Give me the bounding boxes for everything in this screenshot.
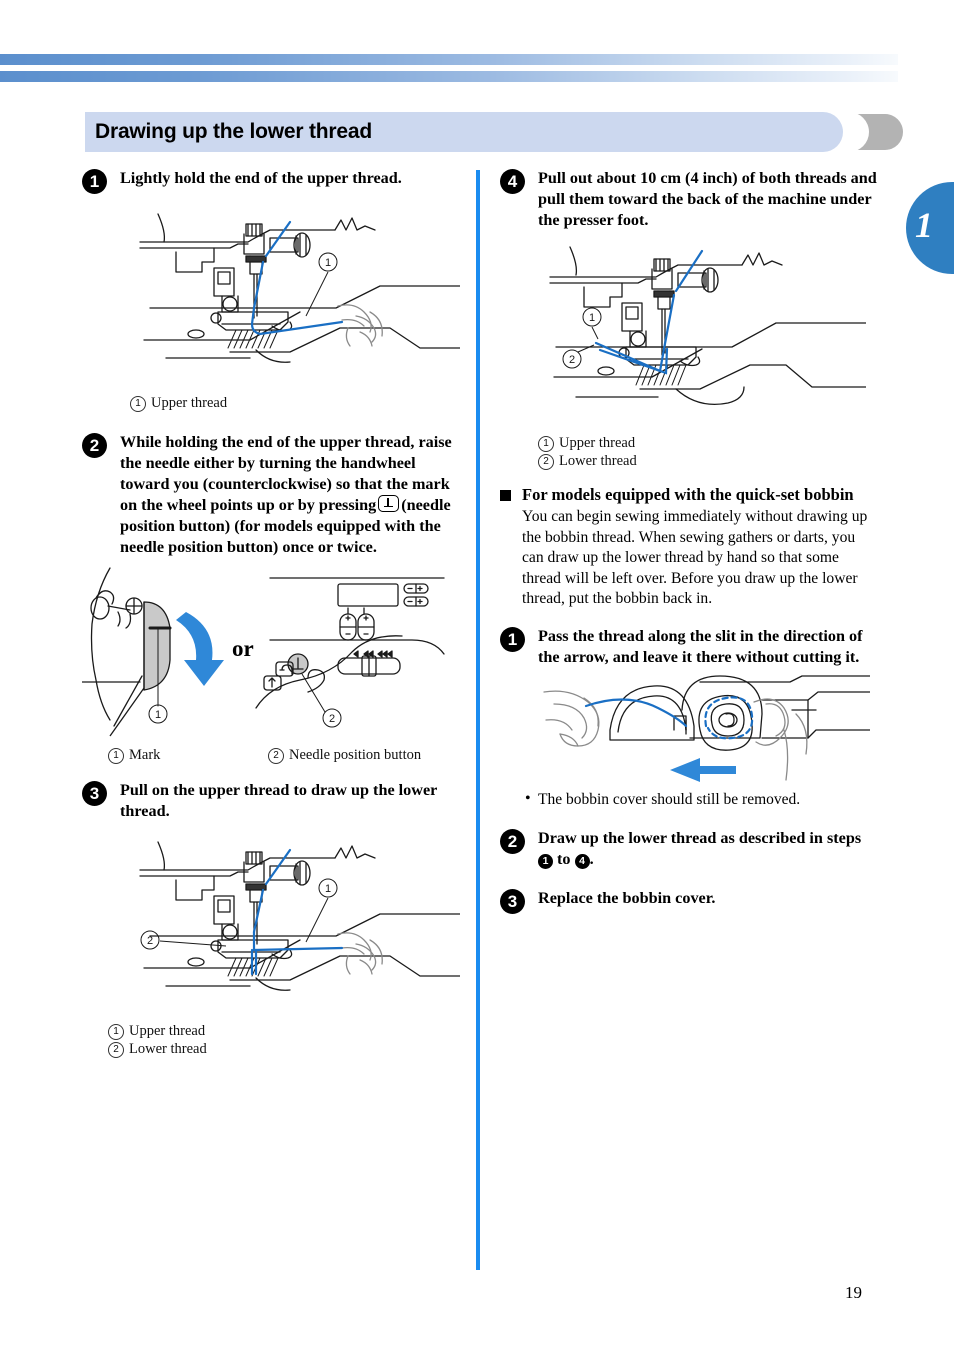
quickset-step-1: 1 Pass the thread along the slit in the … bbox=[500, 626, 878, 668]
quickset-step-2-text: Draw up the lower thread as described in… bbox=[538, 828, 878, 870]
svg-text:2: 2 bbox=[147, 935, 153, 947]
caption-item: 2 Needle position button bbox=[268, 746, 421, 764]
step-1-caption: 1 Upper thread bbox=[130, 394, 460, 412]
step-4-badge: 4 bbox=[500, 169, 525, 194]
quickset-step-3-text: Replace the bobbin cover. bbox=[538, 888, 716, 907]
caption-item: 2 Lower thread bbox=[538, 452, 878, 470]
caption-number: 1 bbox=[108, 748, 124, 764]
quickset-body: You can begin sewing immediately without… bbox=[522, 508, 868, 607]
top-decorative-bar-1 bbox=[0, 54, 898, 65]
quickset-step-3-badge: 3 bbox=[500, 888, 525, 914]
step-2-caption: 1 Mark 2 Needle position button bbox=[108, 746, 460, 764]
illustration-step-4: 1 2 bbox=[549, 246, 866, 406]
step-4: 4 Pull out about 10 cm (4 inch) of both … bbox=[500, 168, 878, 231]
quickset-step-2: 2 Draw up the lower thread as described … bbox=[500, 828, 878, 870]
step-ref-mid: to bbox=[557, 849, 571, 868]
page-title: Drawing up the lower thread bbox=[95, 120, 372, 143]
caption-item: 1 Upper thread bbox=[108, 1022, 460, 1040]
caption-label: Needle position button bbox=[289, 747, 422, 763]
top-decorative-bar-2 bbox=[0, 71, 898, 82]
svg-text:2: 2 bbox=[329, 713, 335, 725]
illustration-bobbin-slit bbox=[543, 674, 870, 782]
svg-text:1: 1 bbox=[325, 257, 331, 269]
chapter-tab-number: 1 bbox=[915, 205, 933, 245]
step-ref-from-badge: 1 bbox=[538, 853, 553, 869]
right-column: 4 Pull out about 10 cm (4 inch) of both … bbox=[500, 168, 878, 914]
left-column: 1 Lightly hold the end of the upper thre… bbox=[82, 168, 460, 1058]
caption-label: Upper thread bbox=[151, 395, 228, 411]
step-3-badge: 3 bbox=[82, 781, 107, 806]
caption-label: Lower thread bbox=[559, 453, 637, 469]
caption-item: 1 Upper thread bbox=[538, 434, 878, 452]
step-2-text: While holding the end of the upper threa… bbox=[120, 432, 460, 558]
caption-item: 2 Lower thread bbox=[108, 1040, 460, 1058]
chapter-tab: 1 bbox=[906, 182, 954, 274]
needle-position-button-icon bbox=[378, 495, 400, 512]
quickset-heading: For models equipped with the quick-set b… bbox=[500, 484, 878, 505]
caption-item: 1 Mark bbox=[108, 746, 268, 764]
step-1-badge: 1 bbox=[82, 169, 107, 194]
illustration-step-2: or 1 2 bbox=[82, 567, 445, 737]
svg-text:1: 1 bbox=[325, 883, 331, 895]
column-divider bbox=[476, 170, 480, 1270]
caption-number: 1 bbox=[108, 1024, 124, 1040]
caption-label: Lower thread bbox=[129, 1041, 207, 1057]
step-2: 2 While holding the end of the upper thr… bbox=[82, 432, 460, 558]
step-4-caption: 1 Upper thread 2 Lower thread bbox=[538, 434, 878, 470]
step-3-text: Pull on the upper thread to draw up the … bbox=[120, 781, 438, 820]
quickset-step-1-text: Pass the thread along the slit in the di… bbox=[538, 626, 863, 666]
section-header: Drawing up the lower thread bbox=[85, 112, 903, 152]
svg-text:1: 1 bbox=[589, 312, 595, 324]
step-4-text: Pull out about 10 cm (4 inch) of both th… bbox=[538, 169, 877, 229]
step-2-badge: 2 bbox=[82, 433, 107, 458]
manual-page: Drawing up the lower thread 1 1 Lightly … bbox=[0, 0, 954, 1348]
caption-label: Mark bbox=[129, 747, 161, 763]
svg-text:2: 2 bbox=[569, 354, 575, 366]
caption-number: 1 bbox=[538, 436, 554, 452]
caption-item: 1 Upper thread bbox=[130, 394, 460, 412]
caption-number: 2 bbox=[108, 1042, 124, 1058]
step-1: 1 Lightly hold the end of the upper thre… bbox=[82, 168, 460, 194]
page-number: 19 bbox=[845, 1283, 862, 1302]
quickset-step-2-text-part2: . bbox=[589, 849, 594, 868]
quickset-note: The bobbin cover should still be removed… bbox=[500, 789, 878, 810]
or-label: or bbox=[232, 636, 254, 661]
caption-label: Upper thread bbox=[559, 435, 636, 451]
step-3: 3 Pull on the upper thread to draw up th… bbox=[82, 780, 460, 822]
caption-number: 2 bbox=[268, 748, 284, 764]
quickset-step-1-badge: 1 bbox=[500, 626, 525, 652]
quickset-step-3: 3 Replace the bobbin cover. bbox=[500, 888, 878, 914]
caption-number: 2 bbox=[538, 454, 554, 470]
quickset-step-2-text-part1: Draw up the lower thread as described in… bbox=[538, 828, 862, 847]
step-ref-to-badge: 4 bbox=[574, 853, 590, 869]
caption-number: 1 bbox=[130, 396, 146, 412]
quickset-step-2-badge: 2 bbox=[500, 828, 525, 854]
section-header-blue-cap bbox=[785, 112, 843, 152]
caption-label: Upper thread bbox=[129, 1023, 206, 1039]
svg-text:1: 1 bbox=[155, 709, 161, 721]
step-3-caption: 1 Upper thread 2 Lower thread bbox=[108, 1022, 460, 1058]
illustration-step-1: 1 bbox=[139, 213, 460, 363]
step-1-text: Lightly hold the end of the upper thread… bbox=[120, 169, 402, 187]
illustration-step-3: 1 2 bbox=[139, 841, 460, 991]
